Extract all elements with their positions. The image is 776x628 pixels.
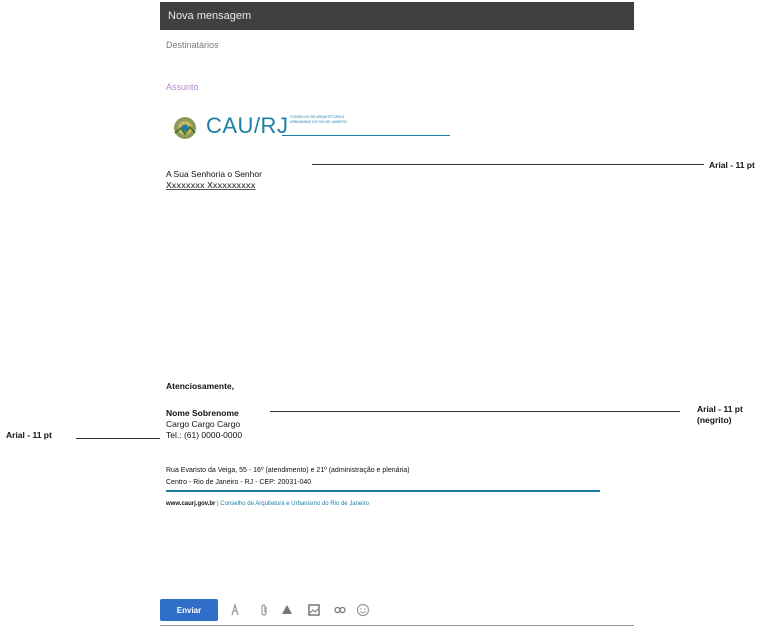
attach-icon[interactable] bbox=[257, 603, 271, 617]
sender-phone: Tel.: (61) 0000-0000 bbox=[166, 430, 243, 440]
site-description: | Conselho de Arquitetura e Urbanismo do… bbox=[215, 501, 369, 507]
logo-underline bbox=[282, 135, 450, 136]
logo-subtitle: CONSELHO DE ARQUITETURA E URBANISMO DO R… bbox=[290, 115, 460, 125]
site-url[interactable]: www.caurj.gov.br bbox=[166, 501, 215, 507]
annotation-line-top bbox=[312, 164, 704, 165]
cau-rj-logo: CAU/RJ CONSELHO DE ARQUITETURA E URBANIS… bbox=[172, 111, 462, 141]
link-icon[interactable] bbox=[333, 603, 347, 617]
cau-emblem-icon bbox=[174, 117, 196, 139]
compose-bottom-border bbox=[160, 625, 634, 626]
annotation-font-left: Arial - 11 pt bbox=[6, 430, 52, 440]
compose-title-bar: Nova mensagem bbox=[160, 2, 634, 30]
logo-subtitle-line-2: URBANISMO DO RIO DE JANEIRO bbox=[290, 120, 347, 124]
emoji-icon[interactable] bbox=[356, 603, 370, 617]
closing: Atenciosamente, bbox=[166, 381, 235, 391]
salutation: A Sua Senhoria o Senhor bbox=[166, 169, 262, 179]
photo-icon[interactable] bbox=[307, 603, 321, 617]
signature-divider bbox=[166, 490, 600, 492]
site-line: www.caurj.gov.br | Conselho de Arquitetu… bbox=[166, 501, 369, 507]
format-text-icon[interactable] bbox=[228, 603, 242, 617]
annotation-line-left bbox=[76, 438, 160, 439]
annotation-font-signature: Arial - 11 pt bbox=[697, 404, 743, 414]
send-button[interactable]: Enviar bbox=[160, 599, 218, 621]
recipient-name: Xxxxxxxx Xxxxxxxxxx bbox=[166, 180, 256, 190]
sender-role: Cargo Cargo Cargo bbox=[166, 419, 241, 429]
address-line-1: Rua Evaristo da Veiga, 55 - 16º (atendim… bbox=[166, 467, 410, 474]
logo-wordmark: CAU/RJ bbox=[206, 113, 289, 138]
address-line-2: Centro - Rio de Janeiro - RJ - CEP: 2003… bbox=[166, 479, 312, 486]
annotation-font-top: Arial - 11 pt bbox=[709, 160, 755, 170]
to-field[interactable]: Destinatários bbox=[166, 40, 219, 50]
annotation-font-signature-bold: (negrito) bbox=[697, 415, 732, 425]
compose-title: Nova mensagem bbox=[168, 10, 252, 22]
sender-name: Nome Sobrenome bbox=[166, 408, 239, 418]
subject-field[interactable]: Assunto bbox=[166, 82, 199, 92]
annotation-line-signature bbox=[270, 411, 680, 412]
drive-icon[interactable] bbox=[280, 603, 294, 617]
